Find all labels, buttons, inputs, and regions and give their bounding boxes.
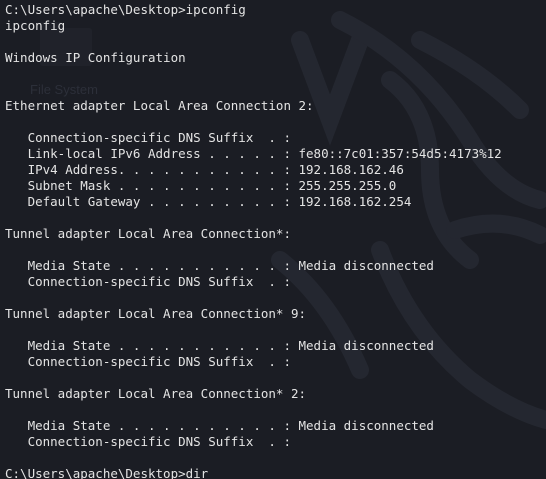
console-line: IPv4 Address. . . . . . . . . . . : 192.… [5, 162, 404, 177]
console-line: ipconfig [5, 18, 66, 33]
console-line: Media State . . . . . . . . . . . : Medi… [5, 258, 434, 273]
terminal-window[interactable]: File System C:\Users\apache\Desktop>ipco… [0, 0, 546, 479]
command-prompt-line: C:\Users\apache\Desktop>dir [5, 466, 209, 479]
console-line: Connection-specific DNS Suffix . : [5, 354, 291, 369]
console-line: Ethernet adapter Local Area Connection 2… [5, 98, 314, 113]
console-line: Windows IP Configuration [5, 50, 186, 65]
console-line: Media State . . . . . . . . . . . : Medi… [5, 418, 434, 433]
console-line: Tunnel adapter Local Area Connection*: [5, 226, 291, 241]
console-line: Connection-specific DNS Suffix . : [5, 274, 291, 289]
console-line: Subnet Mask . . . . . . . . . . . : 255.… [5, 178, 397, 193]
console-line: Media State . . . . . . . . . . . : Medi… [5, 338, 434, 353]
console-line: C:\Users\apache\Desktop>ipconfig [5, 2, 246, 17]
console-line: Connection-specific DNS Suffix . : [5, 434, 291, 449]
console-line: Connection-specific DNS Suffix . : [5, 130, 291, 145]
console-line: Tunnel adapter Local Area Connection* 9: [5, 306, 307, 321]
console-line: Tunnel adapter Local Area Connection* 2: [5, 386, 307, 401]
console-output: C:\Users\apache\Desktop>ipconfig ipconfig… [5, 2, 502, 479]
console-line: Link-local IPv6 Address . . . . . : fe80… [5, 146, 502, 161]
console-line: Default Gateway . . . . . . . . . : 192.… [5, 194, 412, 209]
